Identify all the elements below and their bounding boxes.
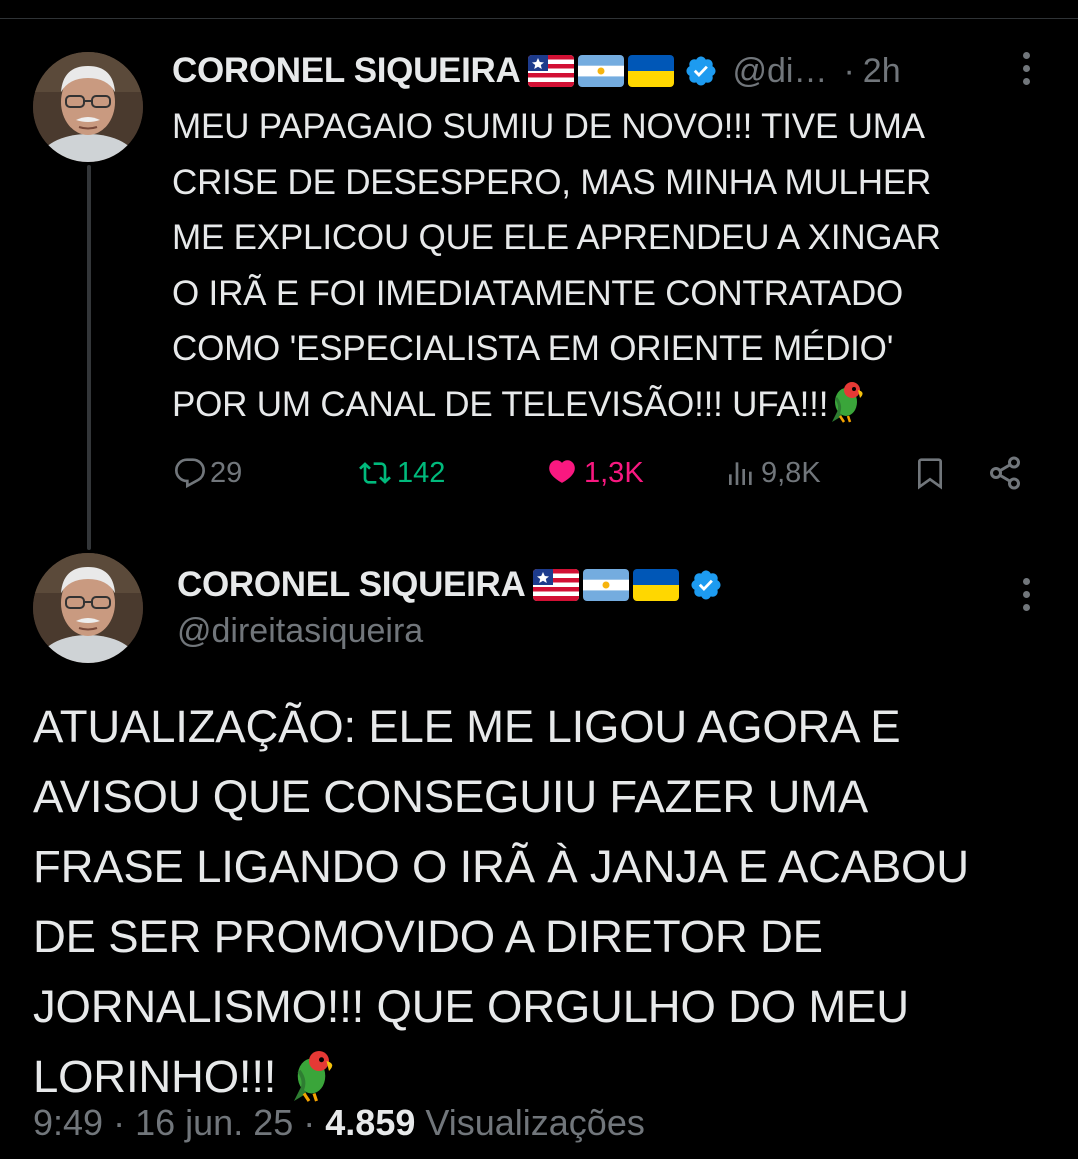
- maranhao-flag-icon: [528, 55, 575, 87]
- share-icon: [990, 456, 1020, 490]
- tweet1-header: CORONEL SIQUEIRA @di… · 2h: [172, 46, 1042, 96]
- avatar[interactable]: [33, 52, 143, 162]
- reply-count: 29: [210, 456, 243, 489]
- tweet2-header: CORONEL SIQUEIRA: [177, 560, 977, 610]
- more-options-button[interactable]: [1014, 578, 1038, 618]
- separator: ·: [113, 1102, 126, 1143]
- more-dot-icon: [1022, 578, 1030, 585]
- tweet2-text: ATUALIZAÇÃO: ELE ME LIGOU AGORA E AVISOU…: [33, 701, 969, 1102]
- tweet1-body: MEU PAPAGAIO SUMIU DE NOVO!!! TIVE UMA C…: [172, 99, 1052, 432]
- separator: ·: [843, 51, 855, 90]
- like-button[interactable]: 1,3K: [544, 448, 644, 498]
- author-handle[interactable]: @direitasiqueira: [177, 612, 423, 651]
- avatar-photo: [33, 52, 143, 162]
- retweet-icon: [359, 462, 391, 484]
- views-label: Visualizações: [425, 1102, 645, 1143]
- tweet-timestamp[interactable]: 2h: [863, 52, 901, 91]
- views-chart-icon: [729, 462, 752, 485]
- separator: ·: [303, 1102, 316, 1143]
- more-dot-icon: [1022, 604, 1030, 611]
- post-date[interactable]: 16 jun. 25: [135, 1102, 293, 1143]
- bookmark-icon: [918, 458, 942, 490]
- avatar-photo: [33, 553, 143, 663]
- views-button[interactable]: 9,8K: [725, 448, 821, 498]
- argentina-flag-icon: [583, 569, 630, 601]
- views-count: 9,8K: [761, 456, 821, 489]
- tweet1-action-bar: 29 142 1,3K 9,8K: [172, 448, 1032, 498]
- avatar[interactable]: [33, 553, 143, 663]
- more-dot-icon: [1022, 78, 1030, 85]
- more-dot-icon: [1022, 65, 1030, 72]
- reply-button[interactable]: 29: [174, 448, 242, 498]
- author-name[interactable]: CORONEL SIQUEIRA: [172, 51, 521, 91]
- ukraine-flag-icon: [628, 55, 675, 87]
- thread-connector-line: [87, 165, 91, 550]
- like-count: 1,3K: [584, 456, 644, 489]
- verified-badge-icon[interactable]: [684, 54, 718, 88]
- more-dot-icon: [1022, 52, 1030, 59]
- reply-icon: [174, 458, 205, 489]
- parrot-icon: [293, 1051, 332, 1102]
- more-options-button[interactable]: [1014, 52, 1038, 92]
- views-count: 4.859: [325, 1102, 416, 1143]
- bookmark-button[interactable]: [914, 448, 946, 498]
- more-dot-icon: [1022, 591, 1030, 598]
- parrot-icon: [832, 381, 863, 423]
- author-handle[interactable]: @di…: [732, 52, 827, 91]
- post-time[interactable]: 9:49: [33, 1102, 103, 1143]
- ukraine-flag-icon: [633, 569, 680, 601]
- top-divider: [0, 18, 1078, 19]
- retweet-count: 142: [397, 456, 446, 489]
- retweet-button[interactable]: 142: [357, 448, 445, 498]
- author-name[interactable]: CORONEL SIQUEIRA: [177, 565, 526, 605]
- flag-emojis: [528, 55, 675, 87]
- tweet2-metadata: 9:49 · 16 jun. 25 · 4.859 Visualizações: [33, 1102, 645, 1144]
- tweet2-body: ATUALIZAÇÃO: ELE ME LIGOU AGORA E AVISOU…: [33, 692, 1053, 1112]
- heart-icon: [549, 460, 575, 483]
- maranhao-flag-icon: [533, 569, 580, 601]
- tweet1-text: MEU PAPAGAIO SUMIU DE NOVO!!! TIVE UMA C…: [172, 107, 941, 424]
- flag-emojis: [533, 569, 680, 601]
- argentina-flag-icon: [578, 55, 625, 87]
- share-button[interactable]: [987, 448, 1023, 498]
- verified-badge-icon[interactable]: [689, 568, 723, 602]
